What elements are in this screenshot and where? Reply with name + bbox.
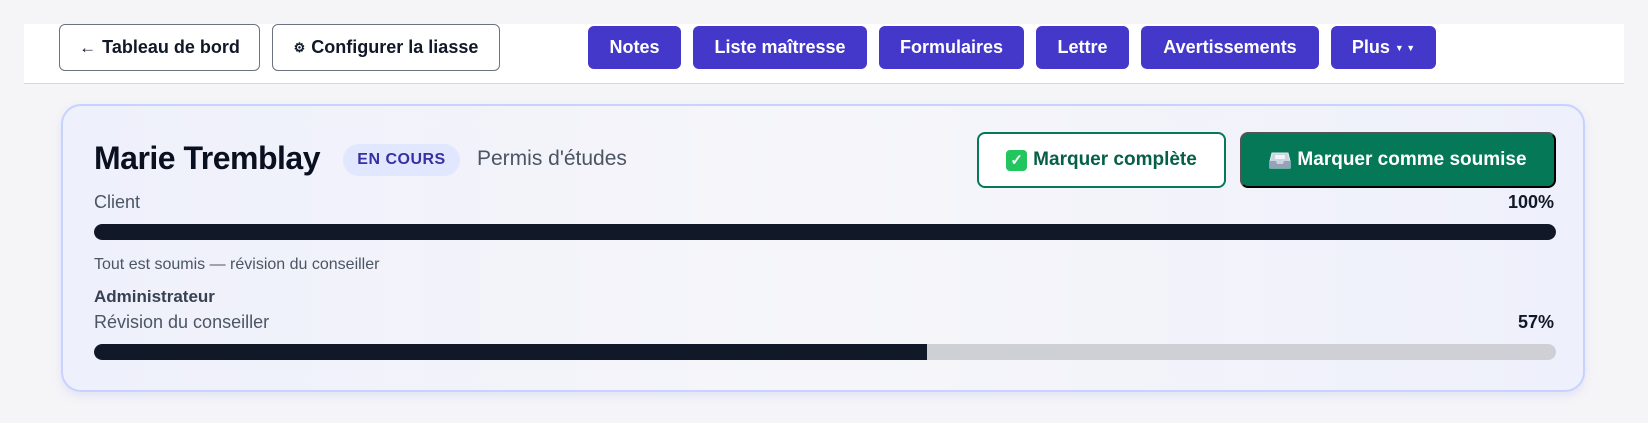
top-toolbar: ← Tableau de bord ⚙ Configurer la liasse… — [24, 24, 1624, 84]
arrow-left-icon: ← — [79, 37, 97, 57]
more-dropdown[interactable]: Plus ▼ ▼ — [1331, 26, 1436, 69]
tab-forms[interactable]: Formulaires — [879, 26, 1024, 69]
client-progress-bar — [94, 224, 1556, 240]
client-progress-label: Client — [94, 192, 141, 212]
tab-master-list[interactable]: Liste maîtresse — [693, 26, 867, 69]
program-type: Permis d'études — [477, 147, 627, 170]
gear-icon: ⚙ — [293, 39, 306, 55]
tab-forms-label: Formulaires — [899, 37, 1004, 57]
configure-bundle-button[interactable]: ⚙ Configurer la liasse — [272, 24, 500, 71]
review-progress-label: Révision du conseiller — [94, 312, 270, 332]
client-name: Marie Tremblay — [94, 140, 321, 176]
mark-complete-label: Marquer complète — [1033, 149, 1197, 170]
dashboard-button-label: Tableau de bord — [102, 37, 240, 57]
review-progress-bar — [94, 344, 1556, 360]
mark-complete-button[interactable]: ✓ Marquer complète — [977, 132, 1226, 188]
client-progress-percent: 100% — [1507, 192, 1554, 212]
inbox-tray-icon — [1269, 151, 1291, 169]
mark-submitted-button[interactable]: Marquer comme soumise — [1240, 132, 1556, 188]
caret-down-icon: ▼ ▼ — [1394, 42, 1416, 53]
tab-warnings-label: Avertissements — [1163, 37, 1297, 57]
client-progress-note: Tout est soumis — révision du conseiller — [94, 256, 380, 273]
admin-section-heading: Administrateur — [94, 287, 215, 306]
configure-bundle-label: Configurer la liasse — [311, 37, 479, 57]
tab-notes-label: Notes — [609, 37, 660, 57]
mark-submitted-label: Marquer comme soumise — [1297, 149, 1527, 170]
review-progress-fill — [94, 344, 928, 360]
tab-notes[interactable]: Notes — [588, 26, 681, 69]
review-progress-percent: 57% — [1517, 312, 1554, 332]
dashboard-button[interactable]: ← Tableau de bord — [59, 24, 260, 71]
check-box-icon: ✓ — [1006, 149, 1028, 171]
tab-warnings[interactable]: Avertissements — [1141, 26, 1319, 69]
tab-letter-label: Lettre — [1057, 37, 1108, 57]
more-dropdown-label: Plus — [1351, 37, 1390, 57]
status-badge: EN COURS — [343, 144, 460, 176]
file-summary-card: Marie Tremblay EN COURS Permis d'études … — [61, 104, 1585, 392]
tab-master-list-label: Liste maîtresse — [714, 37, 846, 57]
tab-letter[interactable]: Lettre — [1036, 26, 1129, 69]
client-progress-fill — [94, 224, 1556, 240]
